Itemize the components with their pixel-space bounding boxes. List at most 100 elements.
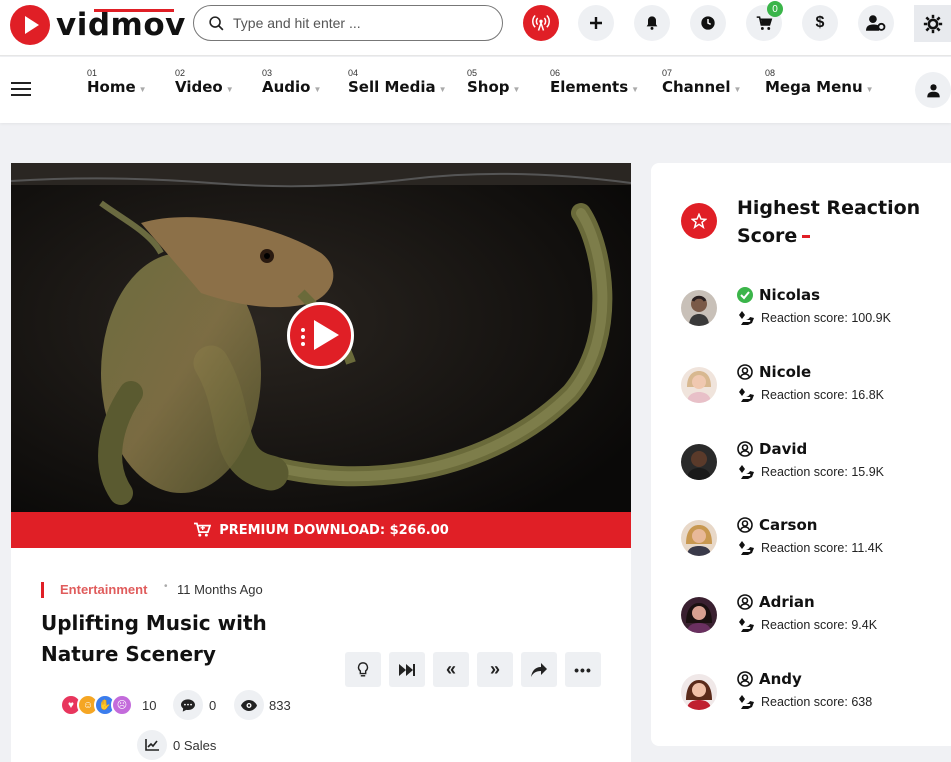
pricing-button[interactable]: $ xyxy=(802,5,838,41)
chart-icon xyxy=(145,739,159,751)
hand-icon xyxy=(737,465,754,479)
hand-icon xyxy=(737,388,754,402)
avatar[interactable] xyxy=(681,520,717,556)
site-logo[interactable]: vidmov xyxy=(10,5,186,45)
user-circle-icon xyxy=(737,364,753,380)
site-name: vidmov xyxy=(56,7,186,43)
add-button[interactable] xyxy=(578,5,614,41)
more-dots-icon xyxy=(301,328,305,349)
dollar-icon: $ xyxy=(815,14,825,31)
user-settings-button[interactable] xyxy=(858,5,894,41)
user-circle-icon xyxy=(737,671,753,687)
user-settings-icon xyxy=(866,15,886,31)
cart-button[interactable]: 0 xyxy=(746,1,783,41)
share-icon xyxy=(531,662,547,677)
video-title[interactable]: Uplifting Music with Nature Scenery xyxy=(41,608,301,670)
user-icon xyxy=(926,83,940,97)
nav-item-shop[interactable]: 05 Shop ▼ xyxy=(467,68,520,97)
nav-item-label: Mega Menu xyxy=(765,78,863,96)
nav-item-home[interactable]: 01 Home ▼ xyxy=(87,68,147,97)
view-count: 833 xyxy=(269,698,291,713)
user-name[interactable]: Carson xyxy=(759,516,817,534)
menu-icon[interactable] xyxy=(11,82,31,96)
reaction-count: 10 xyxy=(142,698,157,713)
category-link[interactable]: Entertainment xyxy=(60,582,147,597)
hand-icon xyxy=(737,695,754,709)
user-name[interactable]: Adrian xyxy=(759,593,815,611)
cart-count-badge: 0 xyxy=(767,1,783,17)
nav-item-audio[interactable]: 03 Audio ▼ xyxy=(262,68,321,97)
more-options-button[interactable]: ••• xyxy=(565,652,601,687)
reaction-score: Reaction score: 638 xyxy=(761,695,873,709)
angry-reaction-icon: ☹ xyxy=(111,694,133,716)
top-bar: vidmov 0 $ xyxy=(0,0,951,56)
leaderboard-row[interactable]: David Reaction score: 15.9K xyxy=(681,440,941,484)
nav-item-number: 01 xyxy=(87,68,98,78)
leaderboard-title: Highest Reaction Score xyxy=(737,194,927,250)
nav-item-sell-media[interactable]: 04 Sell Media ▼ xyxy=(348,68,447,97)
live-button[interactable] xyxy=(523,5,559,41)
nav-item-mega-menu[interactable]: 08 Mega Menu ▼ xyxy=(765,68,874,97)
nav-item-elements[interactable]: 06 Elements ▼ xyxy=(550,68,639,97)
nav-item-label: Video xyxy=(175,78,223,96)
search-box[interactable] xyxy=(193,5,503,41)
avatar[interactable] xyxy=(681,290,717,326)
nav-item-label: Home xyxy=(87,78,136,96)
eye-icon xyxy=(241,699,257,711)
nav-item-number: 05 xyxy=(467,68,478,78)
nav-item-label: Channel xyxy=(662,78,731,96)
nav-item-label: Sell Media xyxy=(348,78,436,96)
cart-icon xyxy=(194,522,212,537)
nav-item-channel[interactable]: 07 Channel ▼ xyxy=(662,68,741,97)
leaderboard-row[interactable]: Nicolas Reaction score: 100.9K xyxy=(681,286,941,330)
nav-item-video[interactable]: 02 Video ▼ xyxy=(175,68,234,97)
nav-item-number: 08 xyxy=(765,68,776,78)
leaderboard-row[interactable]: Adrian Reaction score: 9.4K xyxy=(681,593,941,637)
next-button[interactable]: » xyxy=(477,652,513,687)
notifications-button[interactable] xyxy=(634,5,670,41)
history-button[interactable] xyxy=(690,5,726,41)
video-details: Entertainment • 11 Months Ago Uplifting … xyxy=(11,548,631,762)
plus-icon xyxy=(590,17,602,29)
verified-icon xyxy=(737,287,753,303)
leaderboard-row[interactable]: Nicole Reaction score: 16.8K xyxy=(681,363,941,407)
premium-download-label: PREMIUM DOWNLOAD: $266.00 xyxy=(219,522,449,538)
user-name[interactable]: David xyxy=(759,440,807,458)
leaderboard-row[interactable]: Carson Reaction score: 11.4K xyxy=(681,516,941,560)
avatar[interactable] xyxy=(681,674,717,710)
chevron-down-icon: ▼ xyxy=(733,85,742,94)
avatar[interactable] xyxy=(681,597,717,633)
idea-button[interactable] xyxy=(345,652,381,687)
comments-button[interactable] xyxy=(173,690,203,720)
reaction-leaderboard: Highest Reaction Score Nicolas Reaction … xyxy=(651,163,951,746)
chevron-down-icon: ▼ xyxy=(138,85,147,94)
reaction-score: Reaction score: 15.9K xyxy=(761,465,884,479)
play-button[interactable] xyxy=(287,302,354,369)
chevron-down-icon: ▼ xyxy=(225,85,234,94)
avatar[interactable] xyxy=(681,367,717,403)
search-input[interactable] xyxy=(233,15,483,31)
user-name[interactable]: Nicole xyxy=(759,363,811,381)
nav-item-number: 02 xyxy=(175,68,186,78)
leaderboard-row[interactable]: Andy Reaction score: 638 xyxy=(681,670,941,714)
reactions-group[interactable]: ♥ ☺ ✋ ☹ xyxy=(60,694,136,716)
previous-button[interactable]: « xyxy=(433,652,469,687)
premium-download-button[interactable]: PREMIUM DOWNLOAD: $266.00 xyxy=(11,512,631,548)
nav-item-number: 07 xyxy=(662,68,673,78)
avatar[interactable] xyxy=(681,444,717,480)
account-button[interactable] xyxy=(915,72,951,108)
user-name[interactable]: Nicolas xyxy=(759,286,820,304)
share-button[interactable] xyxy=(521,652,557,687)
hand-icon xyxy=(737,618,754,632)
forward-icon: » xyxy=(489,659,500,679)
chevron-down-icon: ▼ xyxy=(438,85,447,94)
user-name[interactable]: Andy xyxy=(759,670,802,688)
settings-button[interactable] xyxy=(914,5,951,42)
next-video-button[interactable] xyxy=(389,652,425,687)
nav-item-label: Audio xyxy=(262,78,311,96)
views-indicator xyxy=(234,690,264,720)
video-thumbnail[interactable] xyxy=(11,163,631,513)
reaction-score: Reaction score: 100.9K xyxy=(761,311,891,325)
comment-icon xyxy=(181,698,195,712)
more-icon: ••• xyxy=(574,661,592,678)
